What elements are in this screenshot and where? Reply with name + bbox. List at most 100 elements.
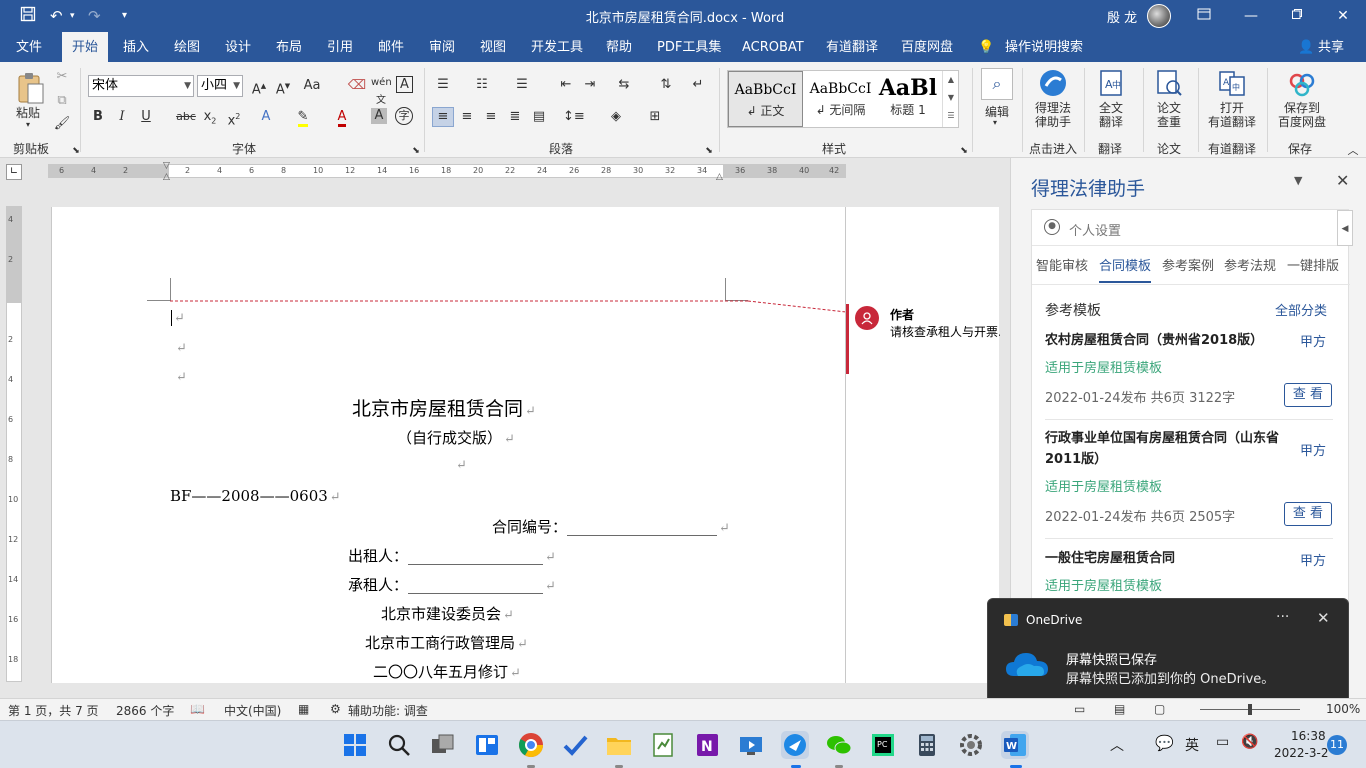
bold-icon[interactable]: B: [88, 108, 108, 126]
save-icon[interactable]: [20, 6, 36, 27]
onedrive-notification[interactable]: OneDrive ··· ✕ 屏幕快照已保存 屏幕快照已添加到你的 OneDri…: [987, 598, 1349, 705]
page-count[interactable]: 第 1 页，共 7 页: [8, 702, 99, 719]
tab-review[interactable]: 审阅: [429, 32, 455, 62]
wechat-icon[interactable]: [825, 731, 853, 759]
superscript-icon[interactable]: x2: [224, 108, 244, 130]
subscript-icon[interactable]: x2: [200, 108, 220, 131]
font-color-icon[interactable]: A: [332, 108, 352, 127]
show-hidden-icons-icon[interactable]: ︿: [1110, 735, 1124, 755]
find-icon[interactable]: ⌕: [981, 68, 1013, 100]
tab-pdf-tools[interactable]: PDF工具集: [657, 32, 721, 62]
notification-badge[interactable]: 11: [1327, 735, 1347, 755]
proofing-icon[interactable]: 📖: [190, 702, 205, 716]
paste-icon[interactable]: [16, 72, 46, 108]
template-title[interactable]: 一般住宅房屋租赁合同: [1045, 548, 1285, 569]
task-view-icon[interactable]: [429, 731, 457, 759]
input-language[interactable]: 英: [1185, 735, 1199, 755]
calculator-icon[interactable]: [913, 731, 941, 759]
justify-icon[interactable]: ≣: [505, 108, 525, 126]
comment-text[interactable]: 请核查承租人与开票...: [890, 323, 1000, 340]
vertical-ruler[interactable]: 4 2 2 4 6 8 10 12 14 16 18: [6, 206, 22, 682]
template-party[interactable]: 甲方: [1300, 550, 1326, 569]
numbering-icon[interactable]: ☷: [472, 76, 492, 94]
user-name[interactable]: 殷 龙: [1107, 7, 1137, 26]
search-icon[interactable]: [385, 731, 413, 759]
widgets-icon[interactable]: [473, 731, 501, 759]
text-effects-icon[interactable]: A: [256, 108, 276, 126]
highlight-icon[interactable]: ✎: [293, 108, 313, 127]
clock-time[interactable]: 16:38: [1291, 729, 1326, 743]
format-painter-icon[interactable]: 🖌: [52, 115, 72, 133]
styles-scroll[interactable]: ▲ ▼ ☰: [942, 71, 959, 127]
align-left-icon[interactable]: ≡: [432, 107, 454, 127]
chrome-icon[interactable]: [517, 731, 545, 759]
tab-reference-cases[interactable]: 参考案例: [1162, 255, 1214, 283]
view-button[interactable]: 查 看: [1284, 502, 1332, 526]
maximize-icon[interactable]: [1274, 0, 1320, 32]
tab-mailings[interactable]: 邮件: [378, 32, 404, 62]
plagiarism-check-button[interactable]: 论文 查重: [1150, 68, 1188, 129]
redo-icon[interactable]: ↷: [88, 6, 101, 26]
show-formatting-marks-icon[interactable]: ↵: [688, 76, 708, 94]
chinese-layout-icon[interactable]: ⇆: [614, 76, 634, 94]
tab-contract-templates[interactable]: 合同模板: [1099, 255, 1152, 283]
share-icon[interactable]: 👤: [1298, 32, 1314, 62]
tab-reference-laws[interactable]: 参考法规: [1224, 255, 1276, 283]
tab-selector-icon[interactable]: ∟: [6, 164, 22, 180]
tab-acrobat[interactable]: ACROBAT: [742, 32, 804, 62]
tab-help[interactable]: 帮助: [606, 32, 632, 62]
tab-design[interactable]: 设计: [225, 32, 251, 62]
pane-options-icon[interactable]: ▼: [1294, 174, 1302, 187]
underline-icon[interactable]: U: [136, 108, 156, 126]
wechat-tray-icon[interactable]: 💬: [1155, 734, 1174, 752]
customize-quick-access-icon[interactable]: ▾: [122, 6, 127, 26]
enclose-characters-icon[interactable]: 字: [395, 107, 413, 125]
word-icon[interactable]: W: [1001, 731, 1029, 759]
align-right-icon[interactable]: ≡: [481, 108, 501, 126]
tab-view[interactable]: 视图: [480, 32, 506, 62]
borders-icon[interactable]: ⊞: [645, 108, 665, 126]
clock-date[interactable]: 2022-3-2: [1274, 746, 1328, 760]
document-page[interactable]: ↵ ↵ ↵ 北京市房屋租赁合同 ↵ （自行成交版） ↵ ↵ BF——2008——06…: [51, 207, 1000, 683]
zoom-level[interactable]: 100%: [1326, 702, 1360, 716]
file-explorer-icon[interactable]: [605, 731, 633, 759]
change-case-icon[interactable]: Aa: [302, 77, 322, 95]
shrink-font-icon[interactable]: A▼: [273, 77, 293, 99]
personal-settings-row[interactable]: ● 个人设置: [1032, 210, 1350, 246]
template-title[interactable]: 行政事业单位国有房屋租赁合同（山东省2011版）: [1045, 428, 1285, 470]
clear-formatting-icon[interactable]: ⌫: [347, 77, 367, 95]
ribbon-display-options-icon[interactable]: [1181, 0, 1227, 32]
hanging-indent-marker[interactable]: △: [163, 172, 170, 182]
pane-close-icon[interactable]: ✕: [1336, 171, 1349, 190]
tab-one-click-format[interactable]: 一键排版: [1287, 255, 1339, 283]
more-options-icon[interactable]: ···: [1276, 609, 1289, 625]
close-icon[interactable]: ✕: [1320, 0, 1366, 32]
align-center-icon[interactable]: ≡: [457, 108, 477, 126]
style-heading-1[interactable]: AaBl 标题 1: [878, 71, 938, 127]
bullets-icon[interactable]: ☰: [433, 76, 453, 94]
paste-dropdown-icon[interactable]: ▾: [26, 120, 30, 129]
template-party[interactable]: 甲方: [1300, 331, 1326, 350]
avatar[interactable]: [1147, 4, 1171, 28]
share-button[interactable]: 共享: [1318, 32, 1344, 62]
deli-legal-assistant-button[interactable]: 得理法 律助手: [1032, 68, 1074, 129]
template-party[interactable]: 甲方: [1300, 440, 1326, 459]
tab-youdao[interactable]: 有道翻译: [826, 32, 878, 62]
distributed-icon[interactable]: ▤: [529, 108, 549, 126]
tab-references[interactable]: 引用: [327, 32, 353, 62]
settings-gear-icon[interactable]: [957, 731, 985, 759]
accessibility-icon[interactable]: ⚙: [330, 702, 341, 716]
print-layout-icon[interactable]: ▤: [1114, 702, 1125, 716]
first-line-indent-marker[interactable]: ▽: [163, 161, 170, 171]
view-button[interactable]: 查 看: [1284, 383, 1332, 407]
increase-indent-icon[interactable]: ⇥: [580, 76, 600, 94]
cut-icon[interactable]: ✂: [52, 68, 72, 86]
paste-button[interactable]: 粘贴: [16, 104, 40, 121]
tab-smart-review[interactable]: 智能审核: [1036, 255, 1088, 283]
template-title[interactable]: 农村房屋租赁合同（贵州省2018版）: [1045, 330, 1285, 351]
tab-home[interactable]: 开始: [62, 32, 108, 63]
multilevel-list-icon[interactable]: ☰: [512, 76, 532, 94]
tab-baidu-netdisk[interactable]: 百度网盘: [901, 32, 953, 62]
tell-me-search[interactable]: 操作说明搜索: [1005, 32, 1083, 62]
toast-close-icon[interactable]: ✕: [1317, 609, 1330, 627]
